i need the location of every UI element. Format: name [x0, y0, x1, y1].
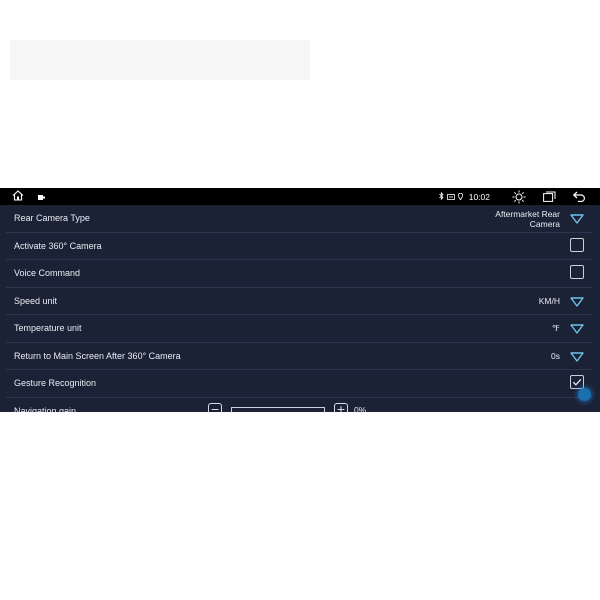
dropdown-arrow-icon[interactable] — [570, 212, 584, 224]
setting-value: ℉ — [551, 323, 560, 333]
dropdown-arrow-icon[interactable] — [570, 322, 584, 334]
status-indicators — [438, 191, 463, 202]
dropdown-arrow-icon[interactable] — [570, 350, 584, 362]
notification-icon — [38, 192, 45, 202]
page: 10:02 Rear Camera Type Aftermarket Rear … — [0, 0, 600, 600]
setting-speed-unit[interactable]: Speed unit KM/H — [6, 288, 592, 315]
setting-label: Speed unit — [14, 295, 58, 306]
location-icon — [457, 192, 463, 202]
decrease-button[interactable]: − — [208, 402, 222, 412]
usb-icon — [446, 192, 455, 202]
value-line-2: Camera — [529, 219, 560, 229]
checkbox-checked[interactable] — [570, 375, 584, 389]
setting-temperature-unit[interactable]: Temperature unit ℉ — [6, 315, 592, 343]
setting-label: Return to Main Screen After 360° Camera — [14, 350, 181, 361]
gain-controls: − + 0% — [208, 402, 367, 413]
back-icon[interactable] — [570, 190, 588, 204]
setting-label: Navigation gain — [14, 405, 77, 413]
bluetooth-icon — [438, 191, 444, 202]
setting-value: 0s — [551, 350, 560, 361]
setting-value: Aftermarket Rear Camera — [480, 209, 560, 229]
setting-label: Temperature unit — [14, 323, 82, 333]
status-bar-left — [12, 190, 45, 203]
setting-label: Gesture Recognition — [14, 378, 97, 388]
setting-navigation-gain: Navigation gain − + 0% — [6, 398, 592, 413]
head-unit-screen: 10:02 Rear Camera Type Aftermarket Rear … — [0, 188, 600, 412]
setting-value: KM/H — [538, 295, 560, 306]
gain-percent: 0% — [354, 404, 367, 413]
setting-rear-camera-type[interactable]: Rear Camera Type Aftermarket Rear Camera — [6, 205, 592, 233]
setting-label: Activate 360° Camera — [14, 240, 102, 251]
setting-label: Voice Command — [14, 268, 81, 278]
setting-activate-360-camera[interactable]: Activate 360° Camera — [6, 233, 592, 260]
status-bar: 10:02 — [0, 188, 600, 205]
settings-list: Rear Camera Type Aftermarket Rear Camera… — [0, 205, 600, 412]
checkbox[interactable] — [570, 237, 584, 252]
status-bar-right: 10:02 — [438, 189, 588, 204]
increase-button[interactable]: + — [334, 402, 348, 412]
setting-label: Rear Camera Type — [14, 213, 90, 223]
dropdown-arrow-icon[interactable] — [570, 295, 584, 307]
background-ghost — [10, 40, 310, 80]
floating-assistive-ball[interactable] — [578, 388, 591, 401]
setting-gesture-recognition[interactable]: Gesture Recognition — [6, 370, 592, 398]
setting-voice-command[interactable]: Voice Command — [6, 260, 592, 288]
recent-apps-icon[interactable] — [540, 190, 558, 204]
home-icon[interactable] — [12, 190, 24, 203]
gain-slider[interactable] — [231, 406, 325, 412]
checkbox[interactable] — [570, 265, 584, 279]
value-line-1: Aftermarket Rear — [495, 209, 560, 219]
brightness-icon[interactable] — [510, 190, 528, 204]
setting-return-main-screen[interactable]: Return to Main Screen After 360° Camera … — [6, 343, 592, 370]
clock-time: 10:02 — [468, 191, 490, 202]
